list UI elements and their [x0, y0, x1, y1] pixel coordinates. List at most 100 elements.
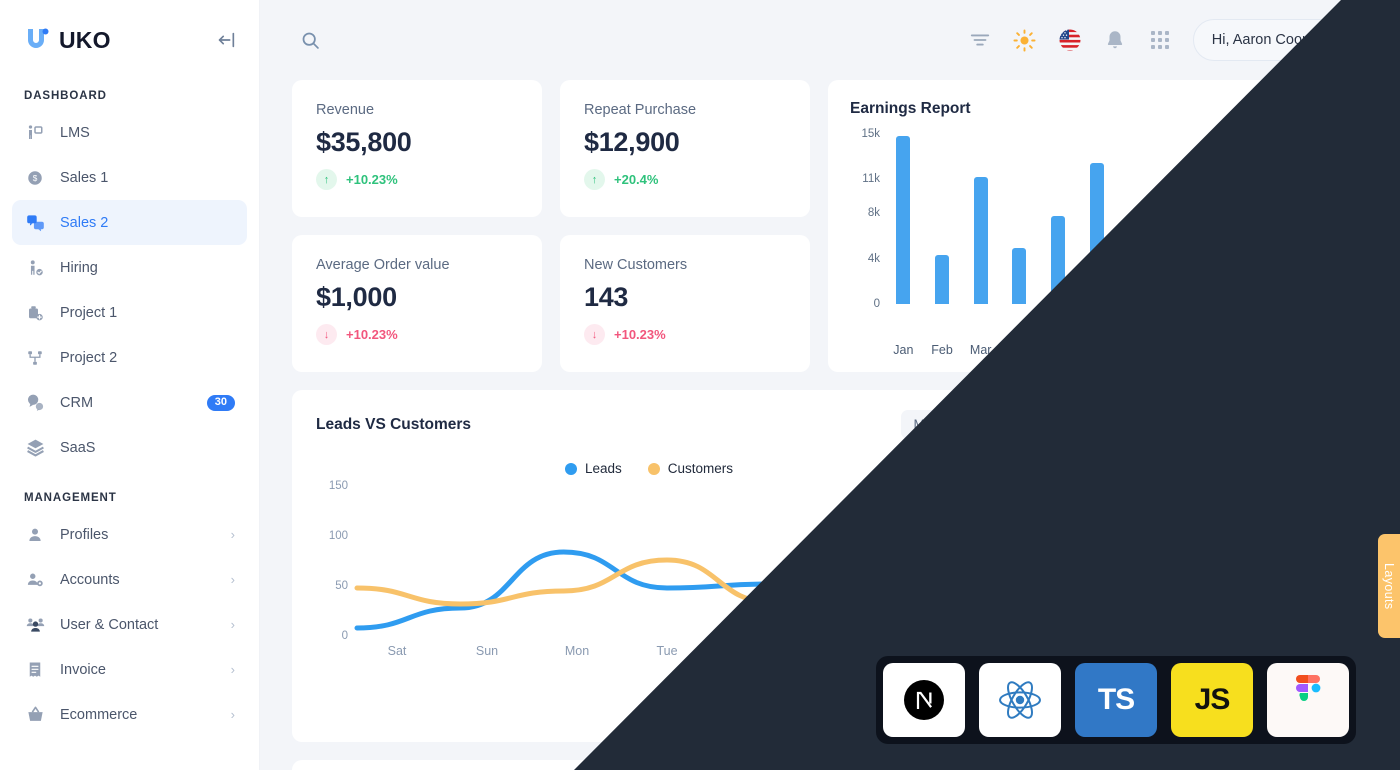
legend-dot-icon [564, 462, 577, 475]
sitemap-icon [24, 347, 46, 369]
x-tick-label: Mon [564, 644, 590, 658]
sidebar-section-dashboard: DASHBOARD [24, 90, 107, 102]
bar-column[interactable] [961, 134, 1000, 304]
leads-legend: Leads Customers [316, 461, 982, 476]
x-tick-label: Oct [1241, 343, 1262, 357]
sidebar-item-label: Hiring [60, 259, 98, 276]
earnings-plot [884, 134, 1348, 304]
sidebar-item-project-1[interactable]: Project 1 [12, 290, 247, 335]
bar [935, 255, 949, 304]
sidebar-item-hiring[interactable]: Hiring [12, 245, 247, 290]
brand[interactable]: UKO [24, 26, 111, 54]
bar [1012, 248, 1027, 304]
brand-name: UKO [59, 26, 111, 53]
sidebar-item-project-2[interactable]: Project 2 [12, 335, 247, 380]
bar-column[interactable] [1232, 134, 1271, 304]
arrow-down-icon: ↓ [316, 324, 337, 345]
stat-card-repeat-purchase: Repeat Purchase $12,900 ↑ +20.4% [560, 80, 810, 217]
x-tick-label: Sat [387, 644, 407, 658]
chevron-right-icon: › [230, 527, 235, 542]
stat-value: 143 [584, 282, 629, 312]
x-tick-label: Sun [475, 644, 499, 658]
sun-theme-icon[interactable] [1013, 28, 1037, 52]
javascript-label: JS [1194, 683, 1231, 716]
line-series-leads [354, 549, 980, 631]
sidebar-item-label: Profiles [60, 526, 109, 543]
sidebar-item-label: Accounts [60, 571, 120, 588]
sidebar-item-lms[interactable]: LMS [12, 110, 247, 155]
chevron-right-icon: › [230, 572, 235, 587]
sidebar-item-saas[interactable]: SaaS [12, 425, 247, 470]
earnings-title: Earnings Report [850, 100, 971, 117]
bar-column[interactable] [1193, 134, 1232, 304]
sidebar-item-sales-2[interactable]: Sales 2 [12, 200, 247, 245]
x-tick-label: Nov [1278, 343, 1302, 357]
bottom-placeholder-card [292, 760, 1370, 770]
layers-icon [24, 437, 46, 459]
javascript-logo-icon[interactable]: JS [1171, 663, 1253, 737]
hiring-person-icon [24, 257, 46, 279]
layouts-tab-button[interactable]: Layouts [1378, 534, 1400, 638]
react-logo-icon[interactable] [979, 663, 1061, 737]
legend-item-leads[interactable]: Leads [564, 461, 622, 476]
main-area: Hi, Aaron Cooper Revenue $35,800 ↑ +10.2… [260, 0, 1400, 770]
sidebar-item-crm[interactable]: CRM 30 [12, 380, 247, 425]
avatar [1333, 25, 1363, 55]
sidebar-item-accounts[interactable]: Accounts › [12, 557, 247, 602]
project-status-title: Project Status [1144, 410, 1250, 427]
x-tick-label: May [1046, 343, 1070, 357]
bar-column[interactable] [884, 134, 923, 304]
chevron-right-icon: › [230, 707, 235, 722]
stat-card-average-order-value: Average Order value $1,000 ↓ +10.23% [292, 235, 542, 372]
user-menu-button[interactable]: Hi, Aaron Cooper [1192, 19, 1370, 61]
bell-notification-icon[interactable] [1103, 28, 1127, 52]
bar-column[interactable] [1271, 134, 1310, 304]
bar-column[interactable] [1155, 134, 1194, 304]
bar-column[interactable] [1309, 134, 1348, 304]
line-series-customers [354, 515, 980, 607]
leads-range-select[interactable]: Month [901, 410, 982, 439]
bar-column[interactable] [1000, 134, 1039, 304]
donut-center-text: Avg Range 140 [1024, 442, 1370, 659]
sidebar-item-label: Sales 2 [60, 214, 109, 231]
y-tick-label: 150 [328, 480, 348, 492]
profile-icon [24, 524, 46, 546]
sidebar-item-ecommerce[interactable]: Ecommerce › [12, 692, 247, 737]
bar-column[interactable] [1077, 134, 1116, 304]
stat-title: Repeat Purchase [584, 102, 697, 118]
stat-title: Revenue [316, 102, 375, 118]
apps-grid-icon[interactable] [1148, 28, 1172, 52]
y-tick-label: 0 [873, 298, 880, 310]
typescript-logo-icon[interactable]: TS [1075, 663, 1157, 737]
svg-text:$: $ [33, 174, 38, 183]
nextjs-logo-icon[interactable] [883, 663, 965, 737]
stat-title: New Customers [584, 257, 688, 273]
collapse-sidebar-icon[interactable] [215, 29, 237, 51]
stat-value: $1,000 [316, 282, 397, 312]
topbar-actions: Hi, Aaron Cooper [968, 19, 1370, 61]
us-flag-icon[interactable] [1058, 28, 1082, 52]
legend-item-customers[interactable]: Customers [647, 461, 733, 476]
bar [1089, 163, 1104, 304]
arrow-up-icon: ↑ [584, 169, 605, 190]
search-icon[interactable] [300, 30, 321, 51]
sidebar-item-sales-1[interactable]: $ Sales 1 [12, 155, 247, 200]
x-tick-label: Apr [1009, 343, 1030, 357]
sidebar-item-label: Project 1 [60, 304, 118, 321]
leads-header: Leads VS Customers Month [316, 410, 982, 439]
donut-center-value: 140 [1171, 542, 1223, 576]
earnings-range-select[interactable]: Month [1285, 101, 1348, 117]
bar-column[interactable] [1039, 134, 1078, 304]
stat-delta: ↓ +10.23% [584, 324, 786, 345]
bar-column[interactable] [923, 134, 962, 304]
sidebar-item-invoice[interactable]: Invoice › [12, 647, 247, 692]
figma-logo-icon[interactable] [1267, 663, 1349, 737]
leads-y-axis: 0 50 100 150 [316, 480, 352, 642]
bar-column[interactable] [1116, 134, 1155, 304]
chevron-down-icon [1336, 105, 1348, 113]
sidebar-item-profiles[interactable]: Profiles › [12, 512, 247, 557]
stat-value: $12,900 [584, 127, 680, 157]
filter-lines-icon[interactable] [968, 28, 992, 52]
x-tick-label: Wed [744, 644, 770, 658]
sidebar-item-user-contact[interactable]: User & Contact › [12, 602, 247, 647]
